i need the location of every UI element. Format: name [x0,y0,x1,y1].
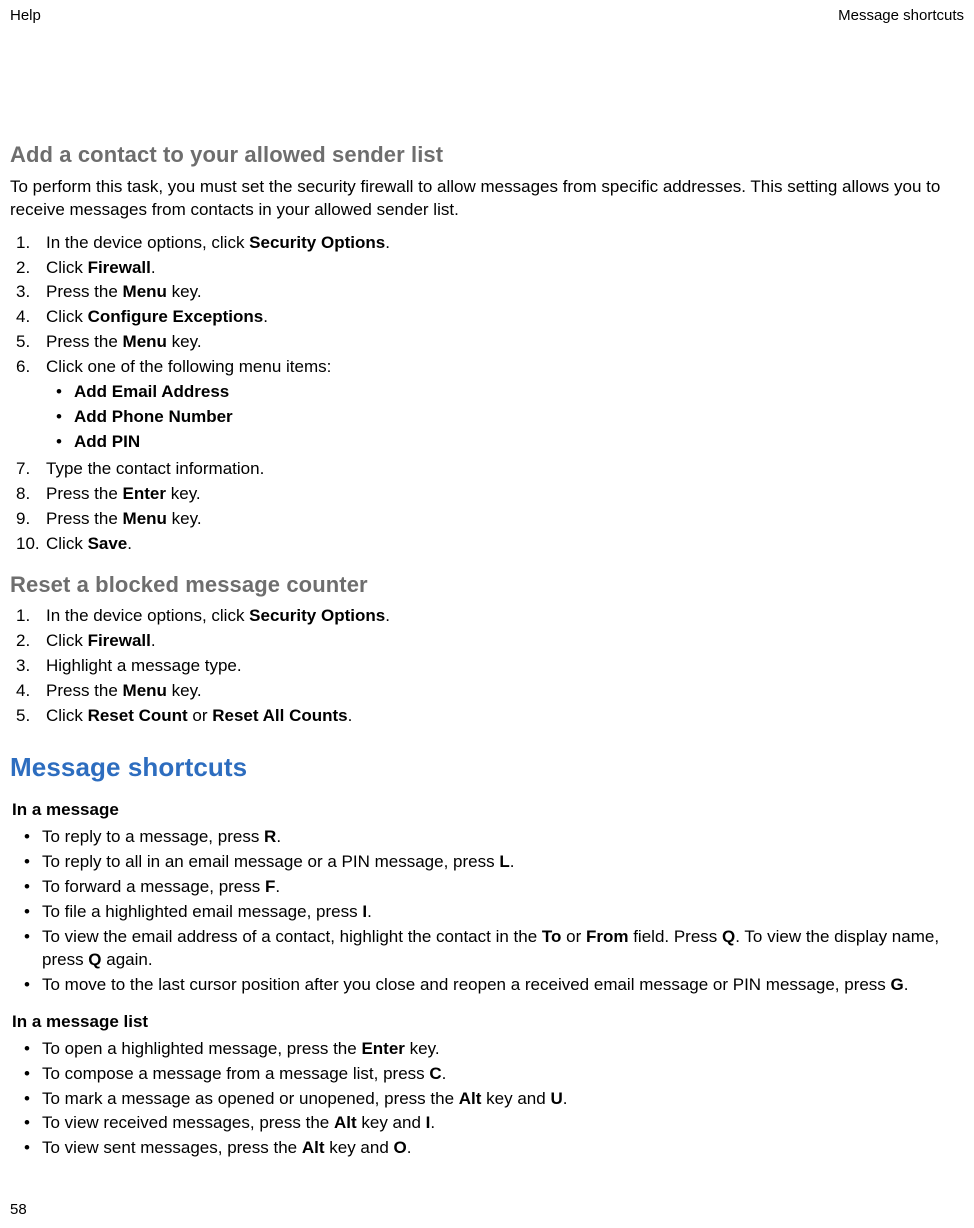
sub-bullet-item: Add Email Address [70,381,966,404]
sub-bullet-item: Add Phone Number [70,406,966,429]
shortcut-item: To reply to a message, press R. [42,826,966,849]
section-title-message-shortcuts: Message shortcuts [10,750,966,785]
sub-bullets: Add Email Address Add Phone Number Add P… [50,381,966,454]
step-item: Click one of the following menu items: A… [46,356,966,454]
step-item: Click Firewall. [46,257,966,280]
shortcut-item: To view received messages, press the Alt… [42,1112,966,1135]
header-left: Help [10,6,41,26]
shortcut-item: To file a highlighted email message, pre… [42,901,966,924]
section-intro: To perform this task, you must set the s… [10,176,966,222]
step-item: Click Firewall. [46,630,966,653]
step-item: In the device options, click Security Op… [46,232,966,255]
page-number: 58 [10,1200,27,1220]
shortcut-item: To reply to all in an email message or a… [42,851,966,874]
section-title-reset-counter: Reset a blocked message counter [10,570,966,600]
shortcut-item: To open a highlighted message, press the… [42,1038,966,1061]
steps-list-reset-counter: In the device options, click Security Op… [10,605,966,728]
step-item: Click Save. [46,533,966,556]
shortcut-item: To forward a message, press F. [42,876,966,899]
step-item: In the device options, click Security Op… [46,605,966,628]
shortcut-item: To move to the last cursor position afte… [42,974,966,997]
step-item: Press the Menu key. [46,331,966,354]
shortcut-item: To view the email address of a contact, … [42,926,966,972]
step-item: Click Reset Count or Reset All Counts. [46,705,966,728]
shortcut-group-head: In a message [12,799,966,822]
sub-bullet-item: Add PIN [70,431,966,454]
shortcut-item: To compose a message from a message list… [42,1063,966,1086]
step-item: Type the contact information. [46,458,966,481]
shortcut-item: To mark a message as opened or unopened,… [42,1088,966,1111]
shortcut-list-in-message: To reply to a message, press R. To reply… [10,826,966,997]
step-item: Click Configure Exceptions. [46,306,966,329]
step-item: Press the Menu key. [46,680,966,703]
header-right: Message shortcuts [838,6,964,26]
step-item: Press the Menu key. [46,508,966,531]
step-item: Highlight a message type. [46,655,966,678]
steps-list-allowed-sender: In the device options, click Security Op… [10,232,966,556]
shortcut-group-head: In a message list [12,1011,966,1034]
section-title-allowed-sender: Add a contact to your allowed sender lis… [10,140,966,170]
step-item: Press the Enter key. [46,483,966,506]
shortcut-list-in-message-list: To open a highlighted message, press the… [10,1038,966,1161]
shortcut-item: To view sent messages, press the Alt key… [42,1137,966,1160]
step-item: Press the Menu key. [46,281,966,304]
doc-body: Add a contact to your allowed sender lis… [10,140,966,1168]
